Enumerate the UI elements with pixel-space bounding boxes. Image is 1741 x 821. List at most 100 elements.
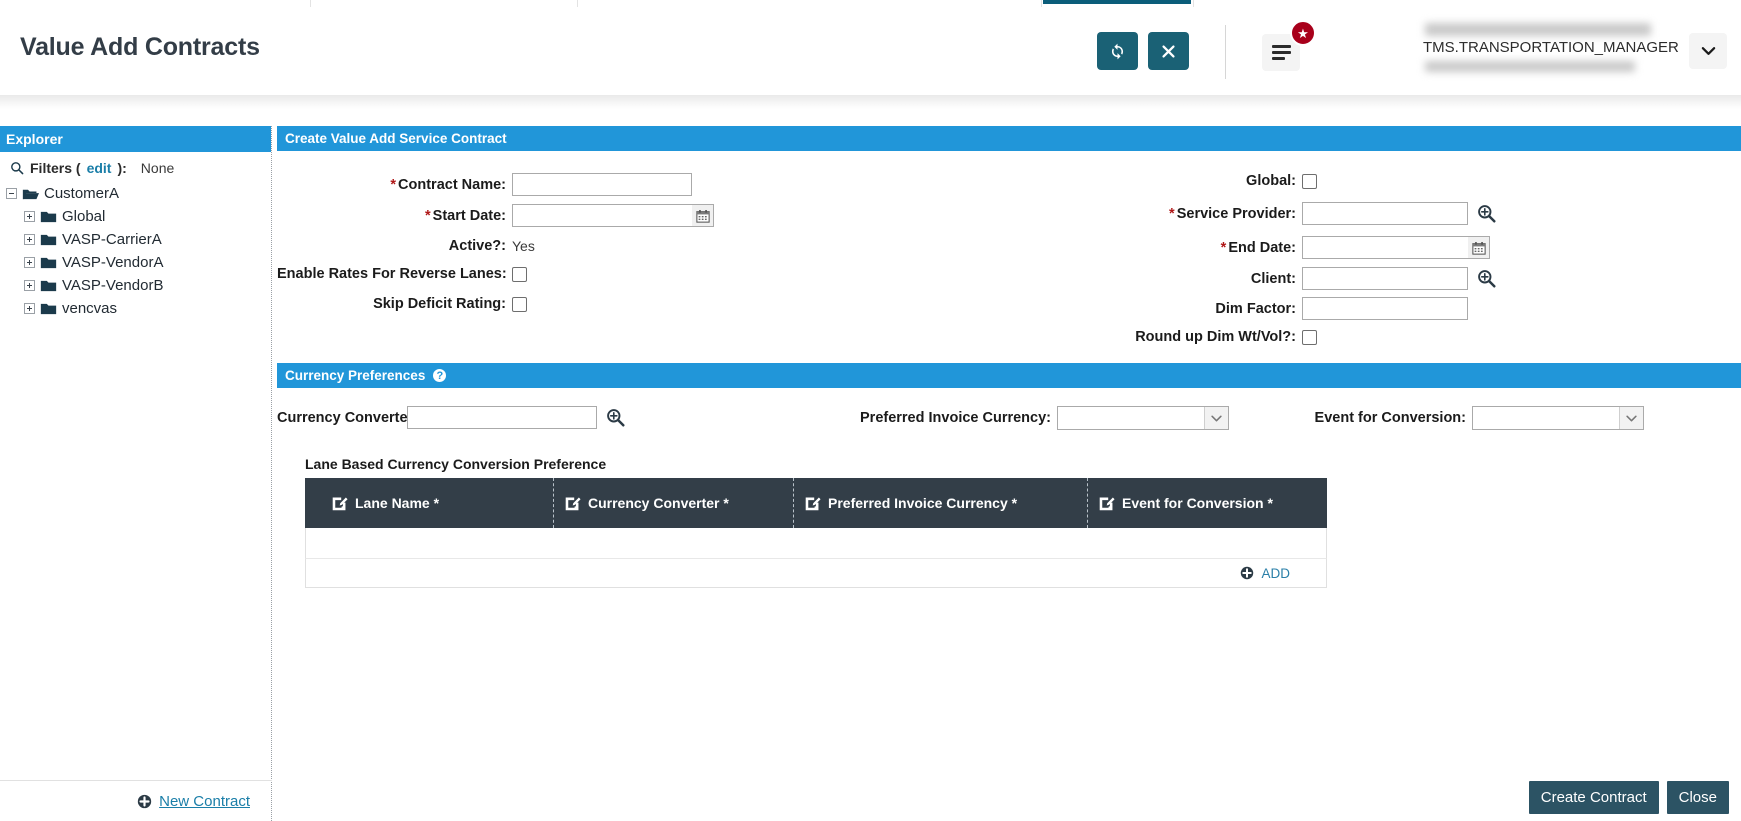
column-header-lane-name[interactable]: * Lane Name * bbox=[305, 478, 553, 528]
currency-converter-search-button[interactable] bbox=[603, 406, 627, 429]
column-header-preferred-invoice-currency[interactable]: * Preferred Invoice Currency * bbox=[793, 478, 1087, 528]
expand-toggle-icon[interactable] bbox=[24, 280, 35, 291]
start-date-label: * Start Date: bbox=[425, 207, 506, 224]
filters-label-end: ): bbox=[117, 160, 127, 176]
end-date-input[interactable] bbox=[1302, 236, 1468, 259]
end-date-calendar-button[interactable] bbox=[1468, 236, 1490, 259]
contract-form: * Contract Name: * Start Date: Active?: … bbox=[277, 151, 1741, 363]
filters-value: None bbox=[140, 160, 175, 176]
tree-node-vencvas[interactable]: vencvas bbox=[6, 297, 271, 320]
close-button[interactable] bbox=[1148, 32, 1189, 70]
global-label: Global: bbox=[1246, 173, 1296, 189]
collapse-toggle-icon[interactable] bbox=[6, 188, 17, 199]
refresh-button[interactable] bbox=[1097, 32, 1138, 70]
start-date-calendar-button[interactable] bbox=[692, 204, 714, 227]
user-menu-button[interactable] bbox=[1689, 33, 1727, 69]
end-date-label: * End Date: bbox=[1220, 239, 1296, 256]
client-input[interactable] bbox=[1302, 267, 1468, 290]
field-event-for-conversion: Event for Conversion: bbox=[1297, 406, 1644, 430]
new-contract-link[interactable]: New Contract bbox=[159, 793, 250, 810]
user-info-block[interactable]: TMS.TRANSPORTATION_MANAGER bbox=[1423, 21, 1679, 85]
tree-node-label: Global bbox=[62, 208, 106, 225]
tree-node-vasp-vendorb[interactable]: VASP-VendorB bbox=[6, 274, 271, 297]
column-header-label: Currency Converter * bbox=[588, 494, 729, 511]
preferred-currency-select[interactable] bbox=[1057, 406, 1229, 430]
help-icon[interactable]: ? bbox=[432, 368, 448, 383]
field-currency-converter: Currency Converter: bbox=[277, 406, 627, 429]
edit-required-icon: * bbox=[332, 497, 348, 512]
global-checkbox[interactable] bbox=[1302, 173, 1317, 189]
skip-deficit-checkbox[interactable] bbox=[512, 296, 527, 312]
client-label: Client: bbox=[1250, 270, 1296, 287]
tree-node-label: CustomerA bbox=[44, 185, 120, 202]
reverse-lanes-checkbox[interactable] bbox=[512, 266, 527, 282]
field-client: Client: bbox=[1067, 267, 1498, 290]
tab-separator bbox=[1193, 0, 1194, 7]
lane-table-wrapper: Lane Based Currency Conversion Preferenc… bbox=[277, 446, 1741, 588]
expand-toggle-icon[interactable] bbox=[24, 257, 35, 268]
contract-name-input[interactable] bbox=[512, 173, 692, 196]
new-contract-bar: New Contract bbox=[0, 780, 272, 821]
add-row-link[interactable]: ADD bbox=[1261, 566, 1290, 581]
tab-separator bbox=[310, 0, 311, 7]
tab-separator bbox=[577, 0, 578, 7]
active-value: Yes bbox=[512, 238, 535, 254]
round-up-checkbox[interactable] bbox=[1302, 329, 1317, 345]
tree-node-label: VASP-VendorB bbox=[62, 277, 164, 294]
field-preferred-invoice-currency: Preferred Invoice Currency: bbox=[847, 406, 1229, 430]
tree-node-label: vencvas bbox=[62, 300, 118, 317]
plus-circle-icon bbox=[137, 794, 152, 808]
field-skip-deficit: Skip Deficit Rating: bbox=[277, 296, 527, 312]
round-up-label: Round up Dim Wt/Vol?: bbox=[1135, 329, 1296, 345]
search-magnifier-icon bbox=[606, 409, 625, 427]
column-header-currency-converter[interactable]: * Currency Converter * bbox=[553, 478, 793, 528]
edit-required-icon: * bbox=[565, 497, 581, 512]
folder-icon bbox=[40, 303, 57, 314]
event-conversion-select[interactable] bbox=[1472, 406, 1644, 430]
tree-node-global[interactable]: Global bbox=[6, 205, 271, 228]
service-provider-search-button[interactable] bbox=[1474, 202, 1498, 225]
column-header-event-for-conversion[interactable]: * Event for Conversion * bbox=[1087, 478, 1315, 528]
user-email-redacted bbox=[1425, 61, 1635, 72]
field-global: Global: bbox=[1067, 173, 1317, 189]
header-divider bbox=[1225, 25, 1226, 79]
main-content: Create Value Add Service Contract * Contr… bbox=[277, 126, 1741, 821]
expand-toggle-icon[interactable] bbox=[24, 234, 35, 245]
tree-node-label: VASP-CarrierA bbox=[62, 231, 162, 248]
tree-node-vasp-vendora[interactable]: VASP-VendorA bbox=[6, 251, 271, 274]
active-tab-indicator[interactable] bbox=[1043, 0, 1191, 4]
filters-edit-link[interactable]: edit bbox=[87, 160, 112, 176]
tree-node-customera[interactable]: CustomerA bbox=[6, 182, 271, 205]
currency-section-header: Currency Preferences ? bbox=[277, 363, 1741, 388]
filters-row: Filters ( edit ): None bbox=[0, 152, 271, 180]
currency-converter-input[interactable] bbox=[407, 406, 597, 429]
calendar-icon bbox=[695, 209, 710, 223]
contract-section-header: Create Value Add Service Contract bbox=[277, 126, 1741, 151]
currency-converter-label: Currency Converter: bbox=[277, 409, 419, 426]
expand-toggle-icon[interactable] bbox=[24, 303, 35, 314]
start-date-input[interactable] bbox=[512, 204, 692, 227]
field-service-provider: * Service Provider: bbox=[1067, 202, 1498, 225]
folder-open-icon bbox=[22, 189, 39, 199]
search-magnifier-icon bbox=[1477, 270, 1496, 288]
field-dim-factor: Dim Factor: bbox=[1067, 297, 1468, 320]
create-contract-button[interactable]: Create Contract bbox=[1528, 780, 1659, 814]
column-header-label: Event for Conversion * bbox=[1122, 494, 1273, 511]
tree-node-vasp-carriera[interactable]: VASP-CarrierA bbox=[6, 228, 271, 251]
client-search-button[interactable] bbox=[1474, 267, 1498, 290]
expand-toggle-icon[interactable] bbox=[24, 211, 35, 222]
star-badge-icon: ★ bbox=[1290, 20, 1316, 46]
field-reverse-lanes: Enable Rates For Reverse Lanes: bbox=[277, 266, 527, 282]
dim-factor-input[interactable] bbox=[1302, 297, 1468, 320]
edit-required-icon: * bbox=[1099, 497, 1115, 512]
svg-text:*: * bbox=[341, 504, 344, 512]
required-marker: * bbox=[1220, 239, 1227, 256]
required-marker: * bbox=[425, 207, 431, 224]
currency-section-title: Currency Preferences bbox=[285, 368, 426, 383]
tab-separator bbox=[1041, 0, 1042, 7]
chevron-down-icon bbox=[1701, 47, 1715, 55]
lane-table-header-row: * Lane Name * * Currency Converter * * P… bbox=[305, 478, 1327, 528]
close-button-footer[interactable]: Close bbox=[1666, 780, 1729, 814]
page-title: Value Add Contracts bbox=[20, 33, 260, 61]
service-provider-input[interactable] bbox=[1302, 202, 1468, 225]
